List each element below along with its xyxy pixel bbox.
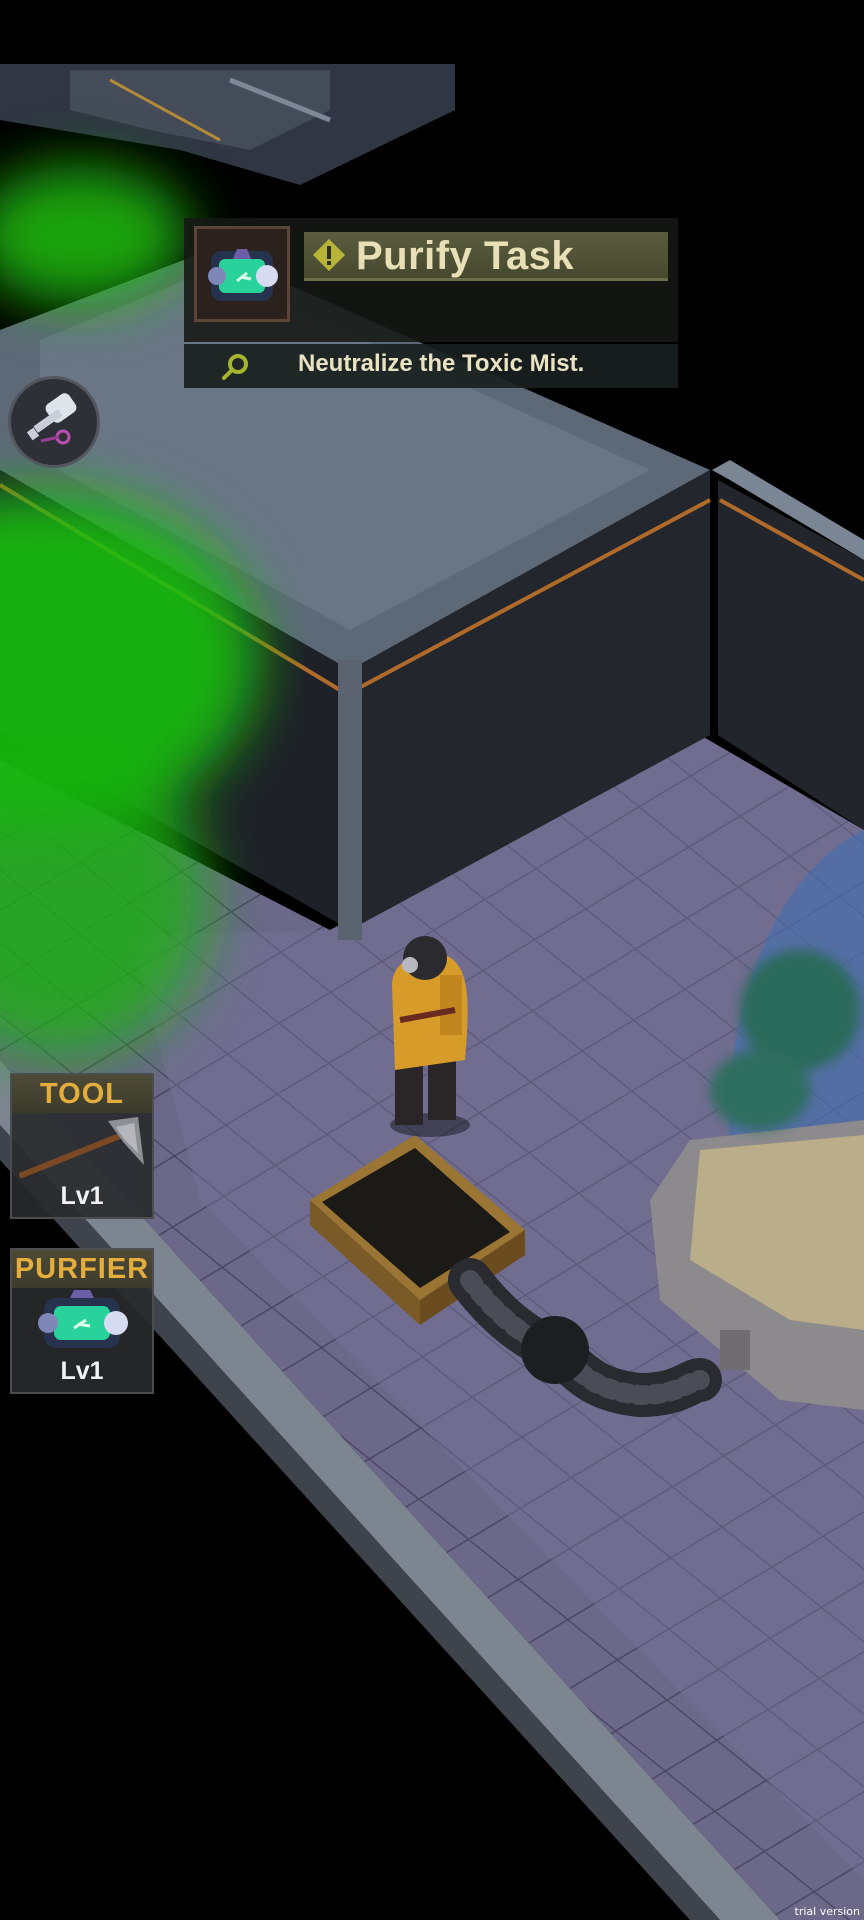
key-button[interactable] — [8, 376, 100, 468]
watermark-text: trial version — [794, 1905, 860, 1918]
purifier-level: Lv1 — [60, 1357, 104, 1385]
axe-icon — [19, 1117, 144, 1178]
slot-label: PURFIER — [12, 1250, 152, 1288]
quest-title-bar: Purify Task — [304, 232, 668, 281]
quest-objective-bar: Neutralize the Toxic Mist. — [184, 344, 678, 388]
tool-level: Lv1 — [60, 1182, 104, 1210]
quest-header: Purify Task — [184, 218, 678, 342]
tool-slot[interactable]: TOOL Lv1 — [10, 1073, 154, 1219]
quest-description: Neutralize the Toxic Mist. — [298, 350, 585, 377]
slot-label: TOOL — [12, 1075, 152, 1113]
purifier-slot[interactable]: PURFIER Lv1 — [10, 1248, 154, 1394]
search-icon — [222, 354, 248, 380]
purifier-canister-icon — [194, 226, 290, 322]
purifier-canister-icon — [38, 1290, 128, 1348]
quest-title: Purify Task — [356, 234, 575, 278]
quest-panel[interactable]: Purify Task Neutralize the Toxic Mist. — [184, 218, 678, 388]
key-icon — [26, 393, 77, 445]
alert-icon — [313, 239, 345, 271]
